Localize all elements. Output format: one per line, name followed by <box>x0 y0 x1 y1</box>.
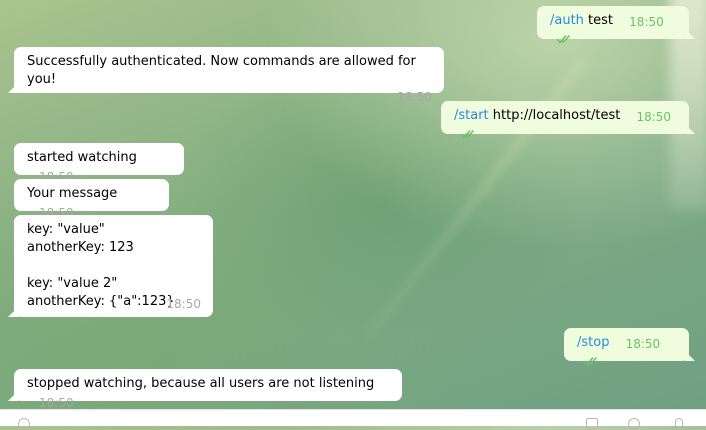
message-outgoing-auth[interactable]: /auth test 18:50 <box>537 6 689 44</box>
message-incoming-authenticated[interactable]: Successfully authenticated. Now commands… <box>14 47 444 104</box>
message-text: Successfully authenticated. Now commands… <box>27 54 416 87</box>
message-time: 18:50 <box>629 15 664 29</box>
message-incoming-started-watching[interactable]: started watching 18:50 <box>14 143 184 184</box>
message-incoming-your-message[interactable]: Your message 18:50 <box>14 179 169 220</box>
sticker-icon[interactable] <box>586 418 598 430</box>
message-outgoing-stop[interactable]: /stop 18:50 <box>564 328 689 366</box>
message-text: Your message <box>27 186 118 201</box>
command-link-start[interactable]: /start <box>454 108 489 123</box>
message-text: stopped watching, because all users are … <box>27 376 375 391</box>
message-incoming-key-values[interactable]: key: "value" anotherKey: 123 key: "value… <box>14 215 213 317</box>
double-check-icon <box>583 356 598 366</box>
emoji-icon[interactable] <box>628 418 640 430</box>
message-text: http://localhost/test <box>488 108 621 123</box>
command-link-auth[interactable]: /auth <box>550 13 584 28</box>
command-link-stop[interactable]: /stop <box>577 335 609 350</box>
double-check-icon <box>556 34 571 44</box>
message-text: test <box>583 13 614 28</box>
chat-history[interactable]: /auth test 18:50 Successfully authentica… <box>0 0 706 425</box>
message-time: 18:50 <box>166 297 201 311</box>
attach-icon[interactable] <box>18 418 30 430</box>
double-check-icon <box>460 129 475 139</box>
message-time: 18:50 <box>636 110 672 124</box>
mic-icon[interactable] <box>675 418 683 430</box>
message-input-bar[interactable] <box>0 409 706 430</box>
message-time: 18:50 <box>625 337 661 351</box>
message-outgoing-start[interactable]: /start http://localhost/test 18:50 <box>441 101 689 139</box>
message-text: started watching <box>27 150 137 165</box>
message-incoming-stopped-watching[interactable]: stopped watching, because all users are … <box>14 369 402 410</box>
message-time: 18:50 <box>397 90 432 104</box>
